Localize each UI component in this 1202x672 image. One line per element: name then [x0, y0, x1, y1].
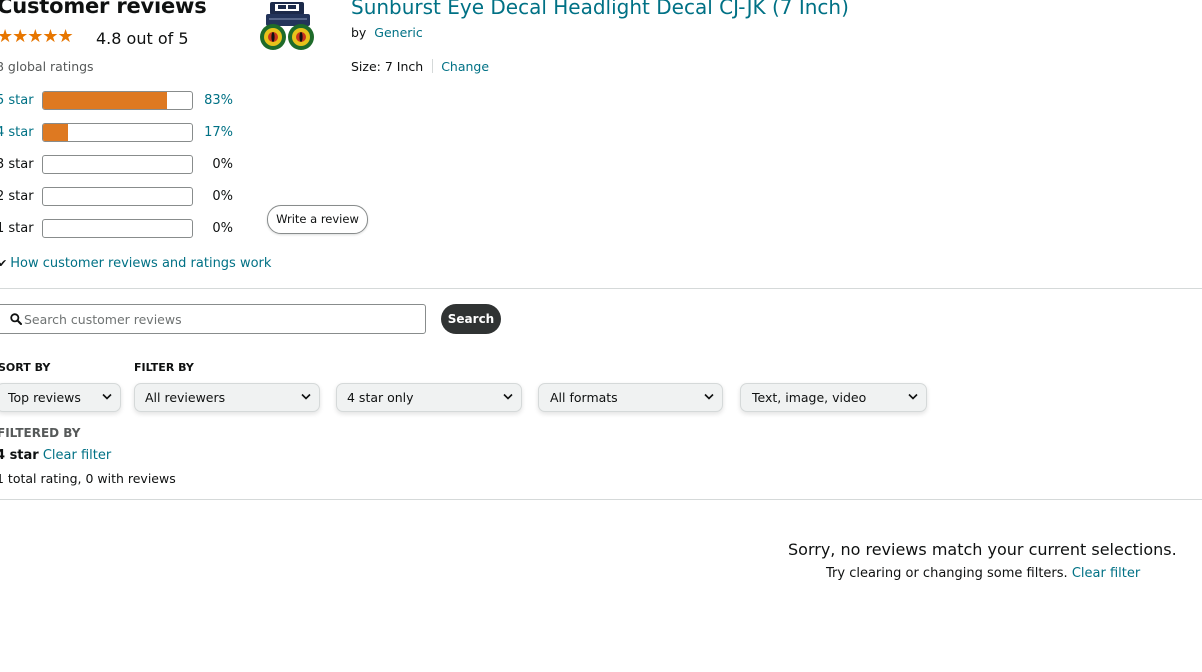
sort-by-label: SORT BY [0, 361, 51, 374]
by-label: by [351, 25, 367, 40]
average-rating-text: 4.8 out of 5 [96, 29, 189, 48]
sort-dropdown-value: Top reviews [8, 390, 81, 405]
histogram-label-2-star: 2 star [0, 189, 34, 204]
search-reviews-input[interactable] [24, 305, 414, 333]
active-filter-value: 4 star [0, 448, 39, 463]
clear-filter-link[interactable]: Clear filter [43, 448, 111, 463]
section-divider [0, 499, 1202, 500]
histogram-bar-5-star[interactable] [42, 91, 193, 110]
histogram-label-5-star[interactable]: 5 star [0, 93, 42, 108]
sort-dropdown[interactable]: Top reviews [0, 383, 121, 412]
product-byline: by Generic [351, 25, 423, 40]
histogram-bar-2-star [42, 187, 193, 206]
chevron-down-icon [704, 393, 714, 400]
histogram-fill [43, 124, 69, 141]
customer-reviews-heading: Customer reviews [0, 0, 207, 18]
no-reviews-hint-row: Try clearing or changing some filters. C… [826, 566, 1140, 581]
histogram-label-4-star[interactable]: 4 star [0, 125, 42, 140]
product-size-row: Size: 7 Inch Change [351, 59, 489, 74]
empty-state-clear-filter-link[interactable]: Clear filter [1072, 566, 1140, 581]
global-ratings-count: 8 global ratings [0, 59, 94, 74]
size-text: Size: 7 Inch [351, 59, 424, 74]
histogram-percent-2-star: 0% [212, 189, 233, 204]
histogram-percent-1-star: 0% [212, 221, 233, 236]
media-filter-value: Text, image, video [752, 390, 867, 405]
rating-stars-icon: ★★★★★ [0, 26, 74, 47]
format-filter-value: All formats [550, 390, 618, 405]
active-filter-row: 4 star Clear filter [0, 448, 111, 463]
how-reviews-work-link[interactable]: How customer reviews and ratings work [10, 256, 271, 271]
media-filter-dropdown[interactable]: Text, image, video [740, 383, 927, 412]
star-filter-dropdown[interactable]: 4 star only [336, 383, 522, 412]
product-title-link[interactable]: Sunburst Eye Decal Headlight Decal CJ-JK… [351, 0, 849, 19]
search-icon [10, 313, 22, 325]
histogram-bar-1-star [42, 219, 193, 238]
brand-link[interactable]: Generic [374, 25, 422, 40]
histogram-percent-3-star: 0% [212, 157, 233, 172]
write-review-button[interactable]: Write a review [267, 205, 368, 234]
chevron-down-icon [102, 393, 112, 400]
reviewer-filter-value: All reviewers [145, 390, 226, 405]
filtered-by-label: FILTERED BY [0, 426, 81, 440]
star-filter-value: 4 star only [347, 390, 414, 405]
change-size-link[interactable]: Change [441, 59, 489, 74]
histogram-label-3-star: 3 star [0, 157, 34, 172]
reviewer-filter-dropdown[interactable]: All reviewers [134, 383, 320, 412]
filter-by-label: FILTER BY [134, 361, 194, 374]
histogram-percent-5-star[interactable]: 83% [196, 93, 233, 108]
histogram-bar-3-star [42, 155, 193, 174]
search-button[interactable]: Search [441, 304, 501, 334]
no-reviews-message: Sorry, no reviews match your current sel… [788, 540, 1177, 559]
filtered-total-count: 1 total rating, 0 with reviews [0, 471, 176, 486]
how-reviews-work-toggle[interactable]: ✔ How customer reviews and ratings work [0, 256, 271, 271]
format-filter-dropdown[interactable]: All formats [538, 383, 723, 412]
chevron-down-icon [908, 393, 918, 400]
product-thumbnail-image[interactable] [256, 0, 320, 52]
chevron-down-icon [503, 393, 513, 400]
chevron-check-icon: ✔ [0, 257, 8, 270]
section-divider [0, 288, 1202, 289]
histogram-percent-4-star[interactable]: 17% [196, 125, 233, 140]
histogram-fill [43, 92, 167, 109]
histogram-bar-4-star[interactable] [42, 123, 193, 142]
chevron-down-icon [301, 393, 311, 400]
no-reviews-hint: Try clearing or changing some filters. [826, 566, 1068, 581]
size-separator [432, 59, 434, 73]
histogram-label-1-star: 1 star [0, 221, 34, 236]
